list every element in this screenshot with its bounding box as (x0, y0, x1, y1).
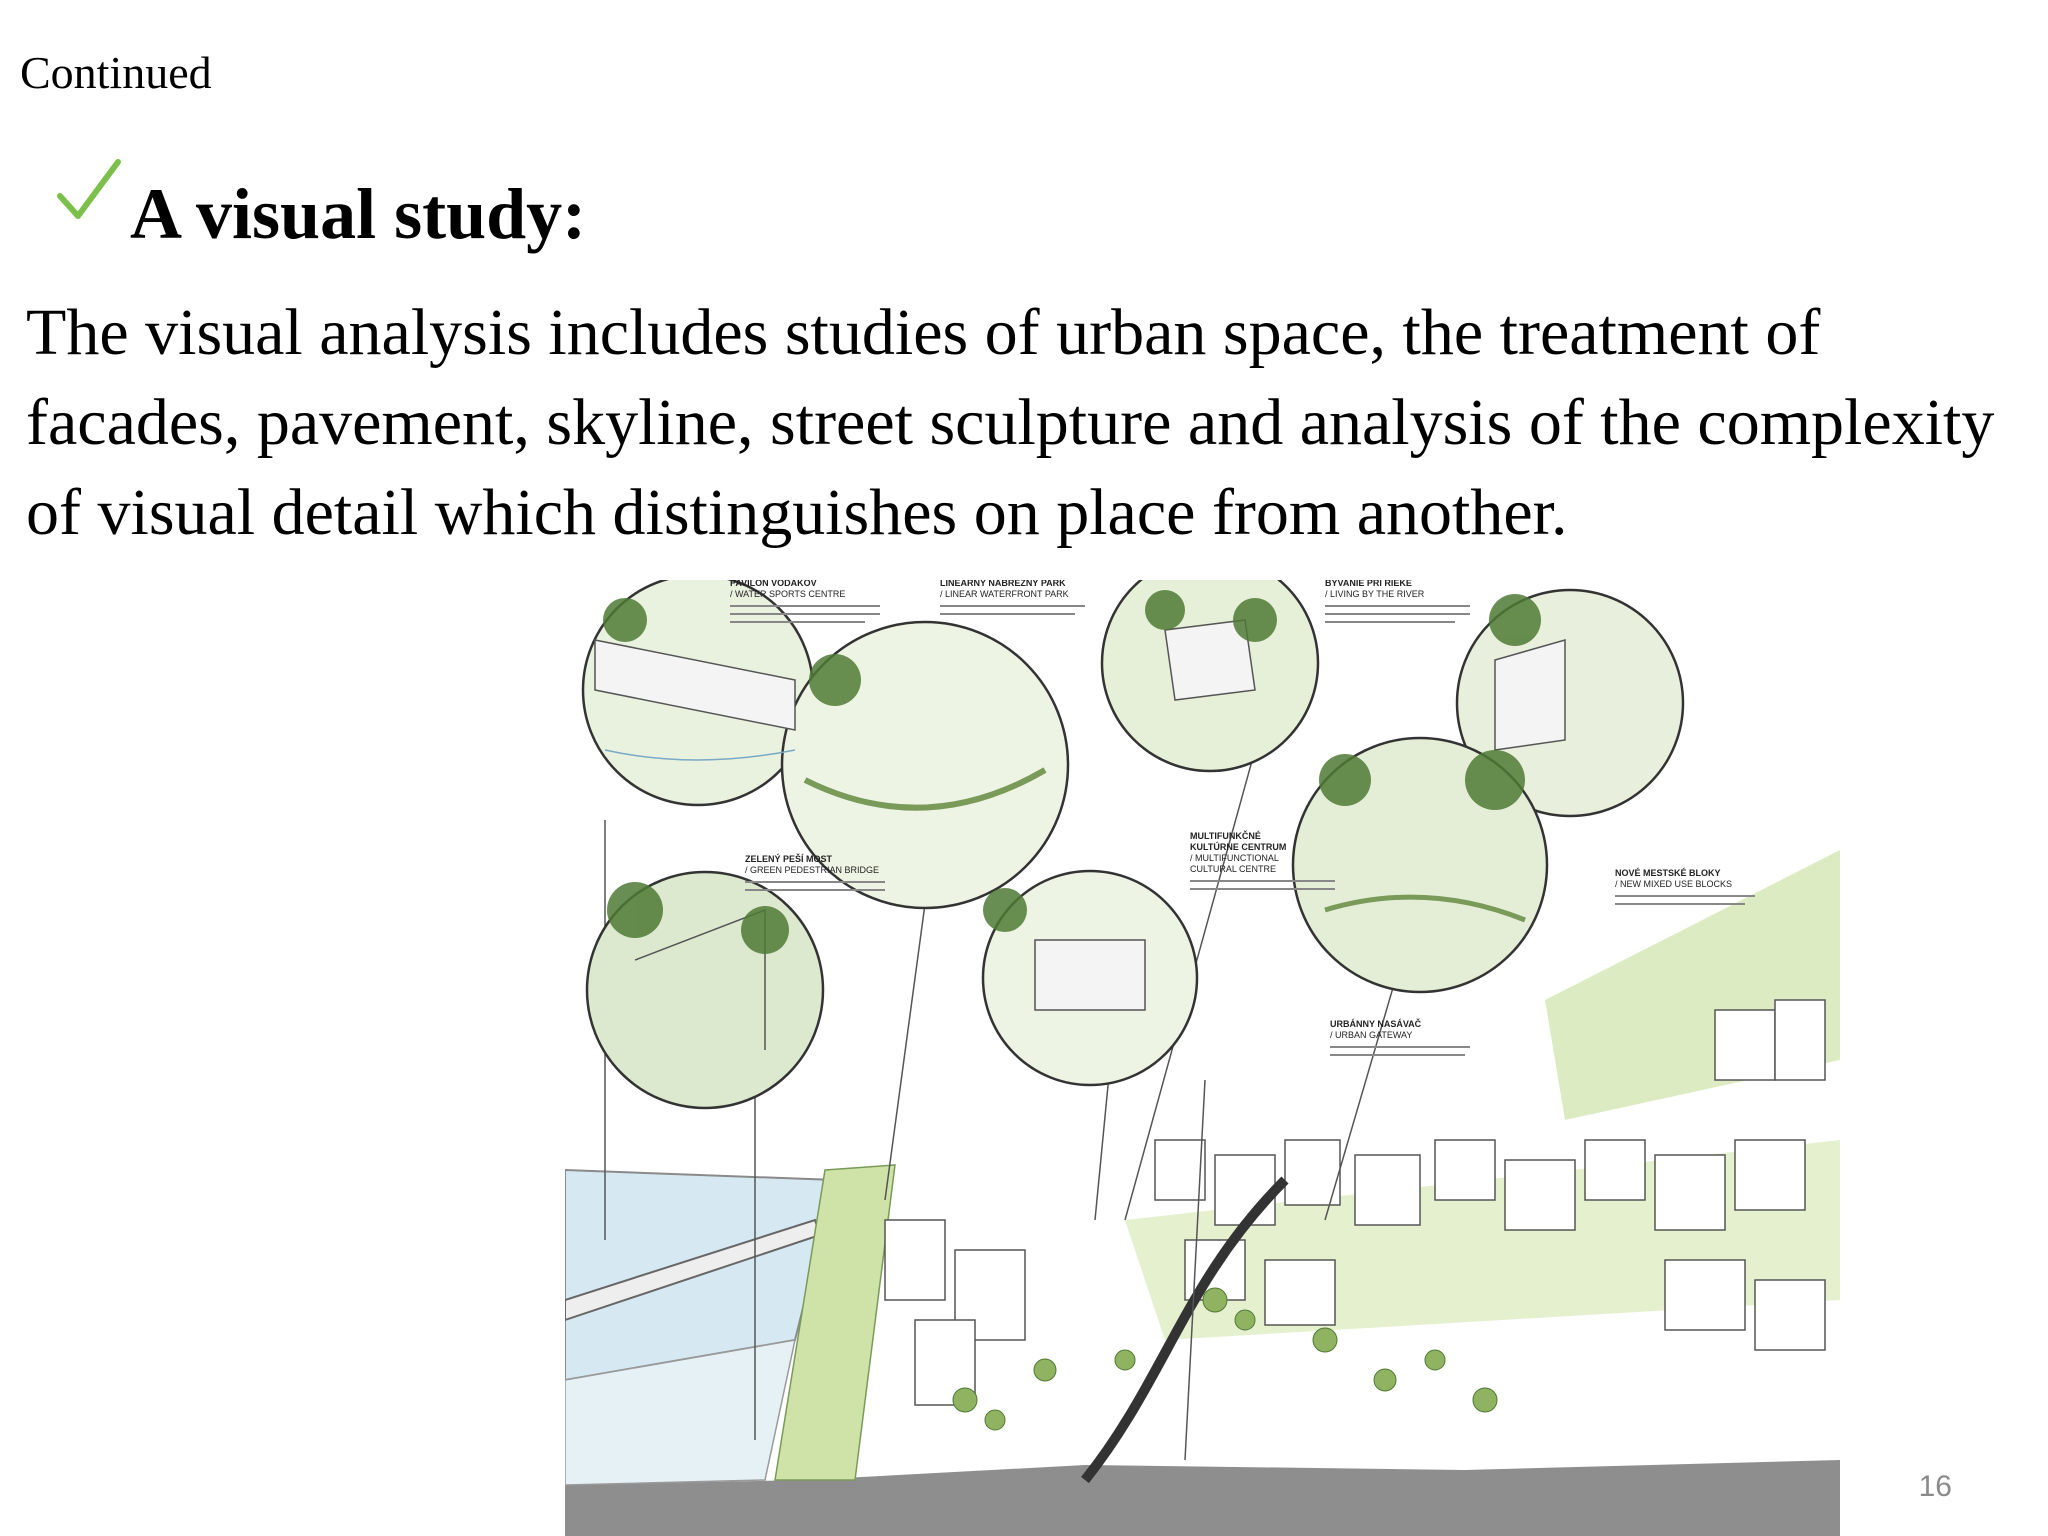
slide-number: 16 (1918, 1470, 1952, 1503)
label-water-sports-title: PAVILÓN VODÁKOV (730, 580, 817, 588)
urban-design-illustration: PAVILÓN VODÁKOV / WATER SPORTS CENTRE LI… (565, 580, 1840, 1536)
label-waterfront-park-sub: / LINEAR WATERFRONT PARK (940, 589, 1069, 599)
label-cultural-sub-2: CULTURAL CENTRE (1190, 864, 1276, 874)
label-living-river-title: BÝVANIE PRI RIEKE (1325, 580, 1412, 588)
label-gateway-sub: / URBAN GATEWAY (1330, 1030, 1412, 1040)
label-bridge-sub: / GREEN PEDESTRIAN BRIDGE (745, 865, 879, 875)
label-bridge-title: ZELENÝ PEŠÍ MOST (745, 853, 833, 864)
label-gateway-title: URBÁNNY NASÁVAČ (1330, 1018, 1422, 1029)
label-cultural-title-2: KULTÚRNE CENTRUM (1190, 841, 1286, 852)
section-heading: A visual study: (130, 174, 587, 254)
label-living-river-sub: / LIVING BY THE RIVER (1325, 589, 1425, 599)
label-water-sports-sub: / WATER SPORTS CENTRE (730, 589, 845, 599)
checkmark-icon (57, 159, 121, 219)
label-mixed-use-title: NOVÉ MESTSKÉ BLOKY (1615, 868, 1721, 878)
body-paragraph: The visual analysis includes studies of … (26, 296, 1995, 549)
label-waterfront-park-title: LINEÁRNY NÁBREŽNÝ PARK (940, 580, 1066, 588)
label-mixed-use-sub: / NEW MIXED USE BLOCKS (1615, 879, 1732, 889)
label-cultural-sub-1: / MULTIFUNCTIONAL (1190, 853, 1279, 863)
label-cultural-title-1: MULTIFUNKČNÉ (1190, 830, 1261, 841)
continued-label: Continued (20, 47, 212, 98)
